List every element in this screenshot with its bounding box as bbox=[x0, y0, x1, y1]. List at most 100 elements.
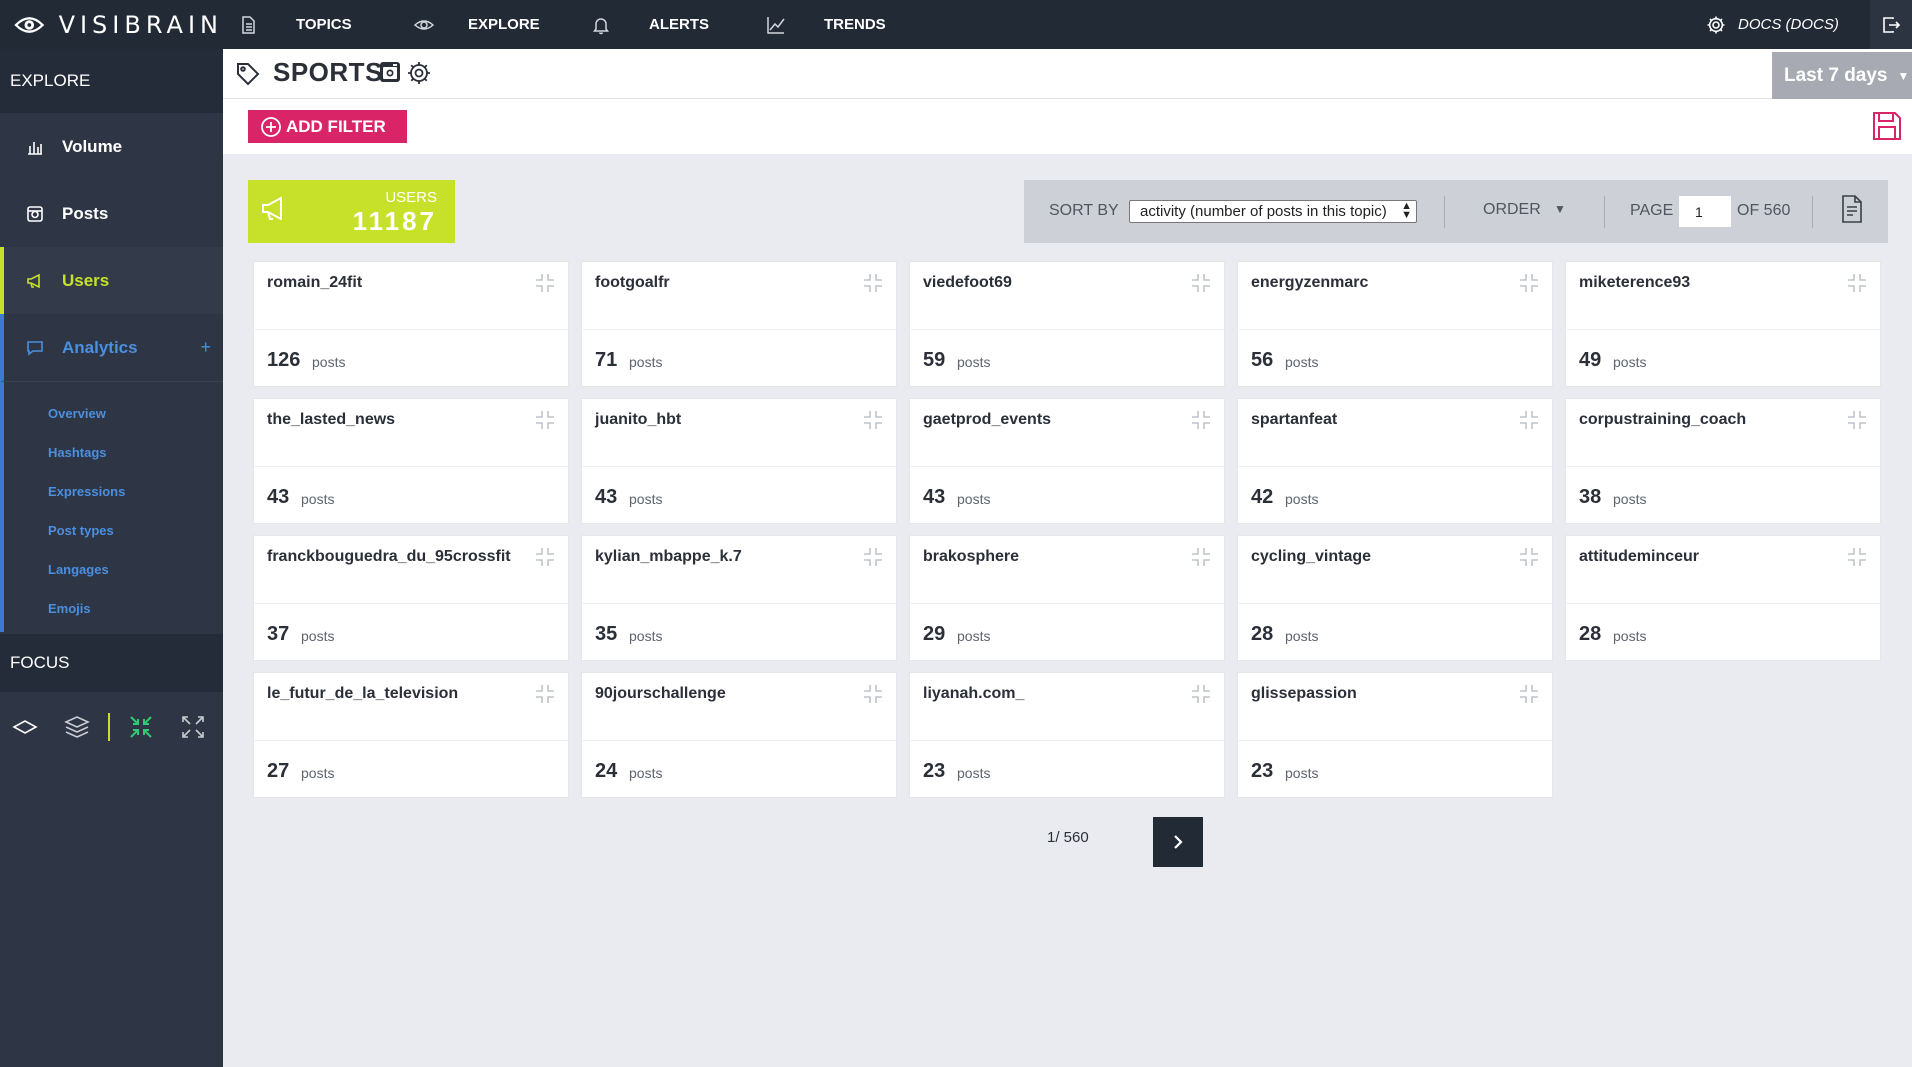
topic-settings-gear-icon[interactable] bbox=[407, 61, 431, 90]
collapse-icon[interactable] bbox=[534, 546, 556, 573]
user-card[interactable]: 90jourschallenge 24 posts bbox=[582, 673, 896, 797]
logout-icon bbox=[1883, 16, 1900, 33]
collapse-icon[interactable] bbox=[862, 546, 884, 573]
nav-explore[interactable]: EXPLORE bbox=[414, 0, 540, 49]
brand-name: VISIBRAIN bbox=[58, 10, 223, 39]
export-document-icon[interactable] bbox=[1840, 194, 1864, 229]
user-card[interactable]: corpustraining_coach 38 posts bbox=[1566, 399, 1880, 523]
user-name[interactable]: le_futur_de_la_television bbox=[267, 685, 458, 703]
user-card[interactable]: le_futur_de_la_television 27 posts bbox=[254, 673, 568, 797]
user-card[interactable]: juanito_hbt 43 posts bbox=[582, 399, 896, 523]
user-card[interactable]: footgoalfr 71 posts bbox=[582, 262, 896, 386]
user-card[interactable]: miketerence93 49 posts bbox=[1566, 262, 1880, 386]
user-card[interactable]: the_lasted_news 43 posts bbox=[254, 399, 568, 523]
user-name[interactable]: corpustraining_coach bbox=[1579, 411, 1746, 429]
collapse-arrows-icon[interactable] bbox=[128, 714, 154, 740]
collapse-icon[interactable] bbox=[1190, 683, 1212, 710]
period-dropdown[interactable]: Last 7 days ▼ bbox=[1772, 52, 1912, 99]
user-name[interactable]: liyanah.com_ bbox=[923, 685, 1024, 703]
collapse-icon[interactable] bbox=[1190, 272, 1212, 299]
user-name[interactable]: brakosphere bbox=[923, 548, 1019, 566]
user-card[interactable]: attitudeminceur 28 posts bbox=[1566, 536, 1880, 660]
submenu-overview[interactable]: Overview bbox=[4, 394, 223, 433]
docs-account[interactable]: DOCS (DOCS) bbox=[1706, 0, 1839, 49]
collapse-icon[interactable] bbox=[1190, 546, 1212, 573]
order-dropdown[interactable]: ORDER bbox=[1483, 201, 1541, 219]
user-name[interactable]: miketerence93 bbox=[1579, 274, 1690, 292]
layer-single-icon[interactable] bbox=[12, 714, 38, 740]
user-card[interactable]: franckbouguedra_du_95crossfit 37 posts bbox=[254, 536, 568, 660]
collapse-icon[interactable] bbox=[1190, 409, 1212, 436]
analytics-submenu: Overview Hashtags Expressions Post types… bbox=[0, 381, 223, 632]
user-card[interactable]: energyzenmarc 56 posts bbox=[1238, 262, 1552, 386]
user-name[interactable]: energyzenmarc bbox=[1251, 274, 1368, 292]
submenu-hashtags[interactable]: Hashtags bbox=[4, 433, 223, 472]
collapse-icon[interactable] bbox=[534, 683, 556, 710]
user-name[interactable]: 90jourschallenge bbox=[595, 685, 726, 703]
collapse-icon[interactable] bbox=[862, 683, 884, 710]
nav-topics[interactable]: TOPICS bbox=[238, 0, 352, 49]
user-card[interactable]: liyanah.com_ 23 posts bbox=[910, 673, 1224, 797]
collapse-icon[interactable] bbox=[534, 272, 556, 299]
user-name[interactable]: franckbouguedra_du_95crossfit bbox=[267, 548, 511, 566]
user-card[interactable]: viedefoot69 59 posts bbox=[910, 262, 1224, 386]
submenu-langages[interactable]: Langages bbox=[4, 550, 223, 589]
user-name[interactable]: juanito_hbt bbox=[595, 411, 681, 429]
user-name[interactable]: kylian_mbappe_k.7 bbox=[595, 548, 742, 566]
nav-trends[interactable]: TRENDS bbox=[766, 0, 886, 49]
sidebar-item-label: Volume bbox=[62, 136, 123, 156]
user-name[interactable]: spartanfeat bbox=[1251, 411, 1337, 429]
post-count-unit: posts bbox=[1285, 765, 1319, 781]
user-name[interactable]: gaetprod_events bbox=[923, 411, 1051, 429]
add-filter-button[interactable]: ADD FILTER bbox=[248, 110, 407, 143]
sidebar-item-analytics[interactable]: Analytics + bbox=[0, 314, 223, 381]
user-card[interactable]: glissepassion 23 posts bbox=[1238, 673, 1552, 797]
sidebar-item-users[interactable]: Users bbox=[0, 247, 223, 314]
collapse-icon[interactable] bbox=[534, 409, 556, 436]
save-icon[interactable] bbox=[1872, 111, 1902, 146]
submenu-post-types[interactable]: Post types bbox=[4, 511, 223, 550]
user-name[interactable]: glissepassion bbox=[1251, 685, 1357, 703]
user-name[interactable]: the_lasted_news bbox=[267, 411, 395, 429]
collapse-icon[interactable] bbox=[862, 272, 884, 299]
sidebar-item-volume[interactable]: Volume bbox=[0, 113, 223, 180]
user-card[interactable]: brakosphere 29 posts bbox=[910, 536, 1224, 660]
layers-stack-icon[interactable] bbox=[64, 714, 90, 740]
user-card[interactable]: romain_24fit 126 posts bbox=[254, 262, 568, 386]
user-card[interactable]: kylian_mbappe_k.7 35 posts bbox=[582, 536, 896, 660]
tag-icon bbox=[235, 61, 261, 92]
user-name[interactable]: viedefoot69 bbox=[923, 274, 1012, 292]
nav-alerts[interactable]: ALERTS bbox=[591, 0, 709, 49]
collapse-icon[interactable] bbox=[1846, 546, 1868, 573]
submenu-expressions[interactable]: Expressions bbox=[4, 472, 223, 511]
collapse-icon[interactable] bbox=[1846, 409, 1868, 436]
sidebar-item-posts[interactable]: Posts bbox=[0, 180, 223, 247]
collapse-icon[interactable] bbox=[1846, 272, 1868, 299]
post-count: 43 bbox=[595, 486, 618, 508]
brand-logo[interactable]: VISIBRAIN bbox=[0, 0, 223, 49]
user-card[interactable]: gaetprod_events 43 posts bbox=[910, 399, 1224, 523]
next-page-button[interactable] bbox=[1153, 817, 1203, 867]
collapse-icon[interactable] bbox=[1518, 546, 1540, 573]
card-header bbox=[1566, 399, 1880, 467]
user-card[interactable]: cycling_vintage 28 posts bbox=[1238, 536, 1552, 660]
logout-button[interactable] bbox=[1870, 0, 1912, 49]
collapse-icon[interactable] bbox=[1518, 683, 1540, 710]
user-card[interactable]: spartanfeat 42 posts bbox=[1238, 399, 1552, 523]
collapse-icon[interactable] bbox=[1518, 409, 1540, 436]
sort-select[interactable]: activity (number of posts in this topic)… bbox=[1129, 200, 1417, 223]
collapse-icon[interactable] bbox=[1518, 272, 1540, 299]
bar-chart-icon bbox=[28, 141, 42, 155]
page-input[interactable]: 1 bbox=[1679, 196, 1731, 227]
user-name[interactable]: cycling_vintage bbox=[1251, 548, 1371, 566]
post-count: 56 bbox=[1251, 349, 1274, 371]
expand-plus-icon[interactable]: + bbox=[200, 337, 211, 358]
collapse-icon[interactable] bbox=[862, 409, 884, 436]
user-name[interactable]: attitudeminceur bbox=[1579, 548, 1699, 566]
caret-down-icon[interactable]: ▼ bbox=[1554, 202, 1566, 216]
user-name[interactable]: romain_24fit bbox=[267, 274, 362, 292]
user-name[interactable]: footgoalfr bbox=[595, 274, 670, 292]
submenu-emojis[interactable]: Emojis bbox=[4, 589, 223, 628]
expand-arrows-icon[interactable] bbox=[180, 714, 206, 740]
card-header bbox=[254, 536, 568, 604]
